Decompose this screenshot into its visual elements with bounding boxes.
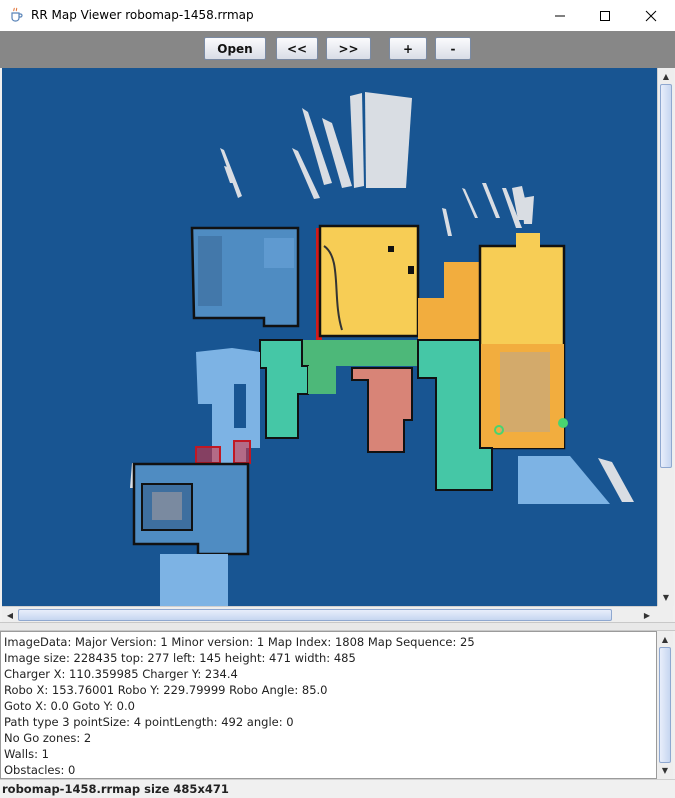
info-line: Robo X: 153.76001 Robo Y: 229.79999 Robo… [4,683,328,697]
info-line: Path type 3 pointSize: 4 pointLength: 49… [4,715,294,729]
toolbar: Open << >> + - [0,31,675,68]
map-viewport[interactable] [2,68,657,606]
scroll-up-icon[interactable]: ▲ [658,632,672,646]
window-title: RR Map Viewer robomap-1458.rrmap [31,8,254,22]
previous-map-button[interactable]: << [276,37,318,60]
scroll-left-icon[interactable]: ◀ [3,608,17,622]
minimize-icon [555,15,565,16]
room-left-upper [190,226,300,328]
room-yellow-center [318,224,420,338]
zoom-out-button[interactable]: - [435,37,471,60]
scrollbar-corner [657,606,673,622]
room-yellow-right [478,233,568,450]
close-icon [645,10,657,21]
room-left-lower [132,462,250,556]
maximize-button[interactable] [582,0,628,31]
close-button[interactable] [628,0,674,31]
map-info-panel[interactable]: ImageData: Major Version: 1 Minor versio… [0,631,657,779]
horizontal-scroll-thumb[interactable] [18,609,612,621]
info-scroll-thumb[interactable] [659,647,671,763]
open-button[interactable]: Open [204,37,266,60]
map-canvas [2,68,657,606]
scroll-up-icon[interactable]: ▲ [659,69,673,83]
room-orange-hall [444,262,480,342]
info-line: ImageData: Major Version: 1 Minor versio… [4,635,475,649]
no-go-zone [195,446,221,464]
minimize-button[interactable] [537,0,583,31]
info-line: Image size: 228435 top: 277 left: 145 he… [4,651,356,665]
java-coffee-cup-icon [11,7,23,22]
maximize-icon [600,10,610,21]
info-line: Goto X: 0.0 Goto Y: 0.0 [4,699,135,713]
info-line: Charger X: 110.359985 Charger Y: 234.4 [4,667,238,681]
next-map-button[interactable]: >> [326,37,371,60]
no-go-zone [233,440,251,464]
vertical-scroll-thumb[interactable] [660,84,672,468]
scroll-right-icon[interactable]: ▶ [640,608,654,622]
info-line: Walls: 1 [4,747,49,761]
split-pane-divider[interactable] [0,622,675,631]
title-bar: RR Map Viewer robomap-1458.rrmap [0,0,675,32]
scroll-down-icon[interactable]: ▼ [658,763,672,777]
info-vertical-scrollbar[interactable]: ▲ ▼ [657,631,673,779]
zoom-in-button[interactable]: + [389,37,427,60]
room-lightblue-bottom [160,554,228,606]
map-horizontal-scrollbar[interactable]: ◀ ▶ [2,606,657,623]
status-text: robomap-1458.rrmap size 485x471 [2,782,229,796]
info-line: Obstacles: 0 [4,763,76,777]
map-vertical-scrollbar[interactable]: ▲ ▼ [657,68,674,606]
room-green-corridor [302,340,418,366]
robot-marker [558,418,568,428]
info-line: No Go zones: 2 [4,731,92,745]
scroll-down-icon[interactable]: ▼ [659,590,673,604]
status-bar: robomap-1458.rrmap size 485x471 [0,779,675,798]
